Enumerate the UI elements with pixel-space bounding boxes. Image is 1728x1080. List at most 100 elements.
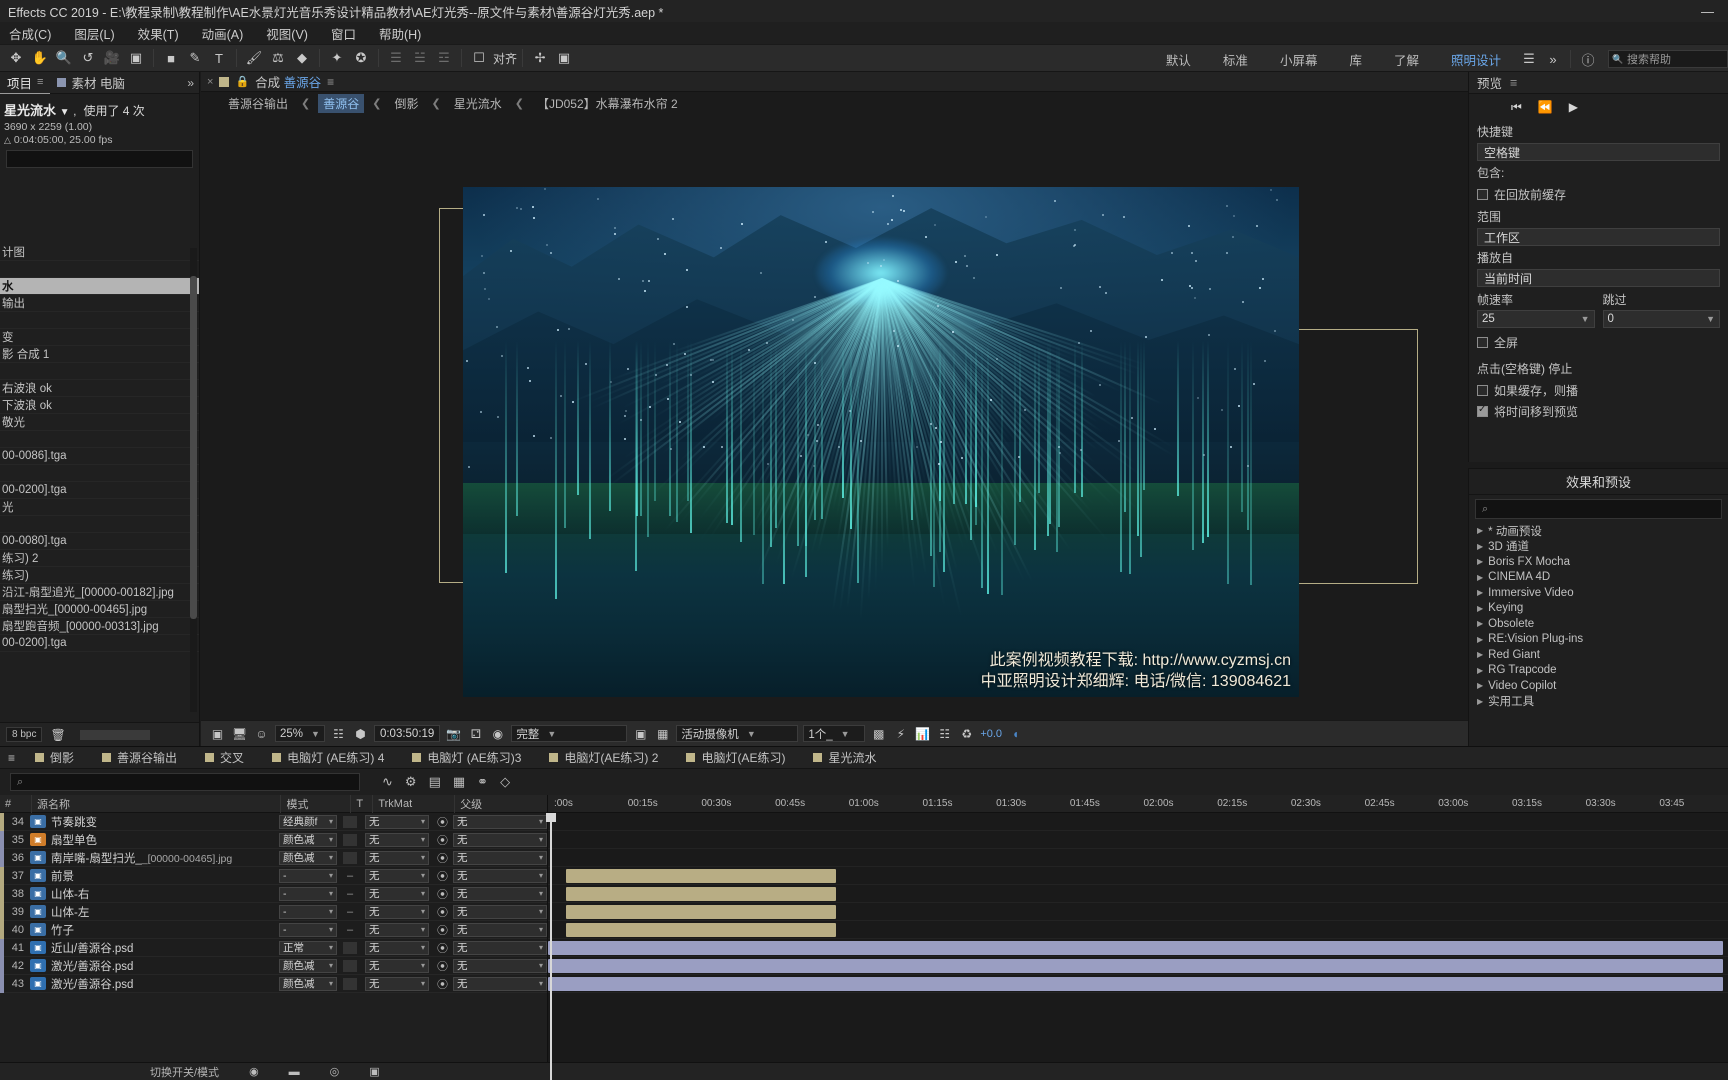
move-time-checkbox[interactable] (1477, 406, 1488, 417)
track-matte-dropdown[interactable]: 无 ▾ (365, 905, 429, 919)
project-search-input[interactable] (6, 150, 193, 168)
table-row[interactable]: 35 ▣ 扇型单色 颜色减 ▾ 无 ▾ ⦿ 无 ▾ (0, 831, 547, 849)
parent-pickwhip-icon[interactable]: ⦿ (437, 976, 448, 992)
project-list-item[interactable]: 扇型扫光_[00000-00465].jpg (0, 601, 199, 618)
always-preview-icon[interactable]: ▣ (209, 725, 226, 742)
table-row[interactable]: 40 ▣ 竹子 - ▾ – 无 ▾ ⦿ 无 ▾ (0, 921, 547, 939)
current-time-display[interactable]: 0:03:50:19 (374, 725, 440, 742)
frame-blend-icon[interactable]: ▦ (453, 774, 465, 790)
mask-icon[interactable]: ☺ (253, 725, 270, 742)
breadcrumb-item-4[interactable]: 【JD052】水幕瀑布水帘 2 (532, 94, 683, 113)
breadcrumb-item-1[interactable]: 善源谷 (318, 94, 364, 113)
time-ruler[interactable]: :00s 00:15s 00:30s 00:45s 01:00s 01:15s 01:30s… (548, 795, 1728, 813)
breadcrumb-item-3[interactable]: 星光流水 (449, 94, 507, 113)
delete-icon[interactable]: 🗑 (50, 728, 65, 742)
if-cached-checkbox[interactable] (1477, 385, 1488, 396)
project-list-item[interactable]: 右波浪 ok (0, 380, 199, 397)
menu-item-window[interactable]: 窗口 (328, 22, 359, 45)
project-list-item[interactable]: 变 (0, 329, 199, 346)
previous-frame-icon[interactable]: ⏪ (1538, 100, 1553, 114)
shape-tool-icon[interactable]: ■ (159, 47, 183, 69)
clone-stamp-tool-icon[interactable]: ⚖ (266, 47, 290, 69)
layer-clip-bar[interactable] (566, 905, 836, 919)
parent-pickwhip-icon[interactable]: ⦿ (437, 868, 448, 884)
effects-category-list[interactable]: ▶ * 动画预设 ▶ 3D 通道 ▶ Boris FX Mocha ▶ CINEMA 4D ▶ I… (1469, 523, 1728, 709)
workspace-expand-icon[interactable]: » (1541, 48, 1565, 70)
effects-category-item[interactable]: ▶ Red Giant (1469, 647, 1728, 663)
project-list-item[interactable]: 沿江-扇型追光_[00000-00182].jpg (0, 584, 199, 601)
timeline-icon[interactable]: 📊 (914, 725, 931, 742)
bit-depth-label[interactable]: 8 bpc (6, 727, 42, 742)
track-matte-dropdown[interactable]: 无 ▾ (365, 959, 429, 973)
effects-category-item[interactable]: ▶ RG Trapcode (1469, 663, 1728, 679)
track-matte-dropdown[interactable]: 无 ▾ (365, 887, 429, 901)
timeline-tab[interactable]: 倒影 (21, 747, 88, 769)
effects-category-item[interactable]: ▶ RE:Vision Plug-ins (1469, 632, 1728, 648)
close-icon[interactable]: × (207, 76, 213, 88)
menu-item-effect[interactable]: 效果(T) (135, 22, 182, 45)
if-cached-row[interactable]: 如果缓存，则播 (1469, 380, 1728, 401)
table-row[interactable]: 42 ▣ 激光/善源谷.psd 颜色减 ▾ 无 ▾ ⦿ 无 ▾ (0, 957, 547, 975)
project-list-item[interactable]: 扇型跑音频_[00000-00313].jpg (0, 618, 199, 635)
blend-mode-dropdown[interactable]: - ▾ (279, 887, 337, 901)
timeline-panel-menu-icon[interactable]: ≡ (2, 747, 21, 769)
track-row[interactable] (548, 957, 1728, 975)
effects-category-item[interactable]: ▶ * 动画预设 (1469, 523, 1728, 539)
current-time-indicator[interactable] (550, 813, 552, 1080)
project-list-item[interactable] (0, 363, 199, 380)
breadcrumb-item-2[interactable]: 倒影 (389, 94, 423, 113)
workspace-learn[interactable]: 了解 (1378, 45, 1435, 73)
blend-mode-dropdown[interactable]: 经典颜f ▾ (279, 815, 337, 829)
layer-clip-bar[interactable] (566, 887, 836, 901)
shy-layers-icon[interactable]: ⚭ (477, 774, 488, 790)
search-help-input[interactable]: 搜索帮助 (1608, 50, 1728, 68)
workspace-standard[interactable]: 标准 (1207, 45, 1264, 73)
effects-category-item[interactable]: ▶ 实用工具 (1469, 694, 1728, 710)
project-list-item[interactable] (0, 516, 199, 533)
project-list-item[interactable]: 水 (0, 278, 199, 295)
project-list-item[interactable]: 输出 (0, 295, 199, 312)
hand-tool-icon[interactable]: ✋ (28, 47, 52, 69)
parent-dropdown[interactable]: 无 ▾ (453, 851, 547, 865)
project-list-item[interactable] (0, 261, 199, 278)
track-row[interactable] (548, 921, 1728, 939)
zoom-slider-icon[interactable]: ▬ (289, 1066, 300, 1078)
parent-dropdown[interactable]: 无 ▾ (453, 815, 547, 829)
parent-dropdown[interactable]: 无 ▾ (453, 977, 547, 991)
grid-guides-icon[interactable]: ☷ (330, 725, 347, 742)
preserve-transparency-toggle[interactable]: – (343, 924, 357, 936)
viewer-stage[interactable]: 此案例视频教程下载: http://www.cyzmsj.cn 中亚照明设计郑细… (201, 114, 1468, 718)
shortcut-value[interactable]: 空格键 (1477, 143, 1720, 161)
effects-category-item[interactable]: ▶ Video Copilot (1469, 678, 1728, 694)
selection-tool-icon[interactable]: ✥ (4, 47, 28, 69)
cache-before-playback-checkbox[interactable] (1477, 189, 1488, 200)
workspace-default[interactable]: 默认 (1150, 45, 1207, 73)
project-list-item[interactable]: 练习) 2 (0, 550, 199, 567)
parent-pickwhip-icon[interactable]: ⦿ (437, 832, 448, 848)
workspace-lighting-design[interactable]: 照明设计 (1435, 45, 1517, 73)
parent-dropdown[interactable]: 无 ▾ (453, 959, 547, 973)
preserve-transparency-toggle[interactable] (343, 816, 357, 828)
project-list-item[interactable] (0, 431, 199, 448)
parent-dropdown[interactable]: 无 ▾ (453, 941, 547, 955)
layer-clip-bar[interactable] (548, 977, 1723, 991)
tab-footage[interactable]: 素材 电脑 (50, 72, 131, 94)
project-list-item[interactable]: 影 合成 1 (0, 346, 199, 363)
bounding-box-icon[interactable]: ▣ (552, 47, 576, 69)
fullscreen-checkbox[interactable] (1477, 337, 1488, 348)
region-icon[interactable]: ▣ (632, 725, 649, 742)
composition-renderer-icon[interactable]: ⚙ (405, 774, 417, 790)
preserve-transparency-toggle[interactable] (343, 852, 357, 864)
menu-item-animation[interactable]: 动画(A) (199, 22, 247, 45)
project-list-item[interactable]: 00-0200].tga (0, 482, 199, 499)
exposure-knob-icon[interactable]: ◖ (1007, 725, 1024, 742)
panel-menu-icon[interactable]: ≡ (37, 76, 43, 88)
pan-behind-tool-icon[interactable]: ▣ (124, 47, 148, 69)
pixel-aspect-icon[interactable]: ▩ (870, 725, 887, 742)
project-list-item[interactable]: 00-0080].tga (0, 533, 199, 550)
comp-flowchart-icon[interactable]: ☷ (936, 725, 953, 742)
effects-category-item[interactable]: ▶ CINEMA 4D (1469, 570, 1728, 586)
minimize-button[interactable]: — (1701, 5, 1714, 18)
play-from-value[interactable]: 当前时间 (1477, 269, 1720, 287)
effects-category-item[interactable]: ▶ Keying (1469, 601, 1728, 617)
